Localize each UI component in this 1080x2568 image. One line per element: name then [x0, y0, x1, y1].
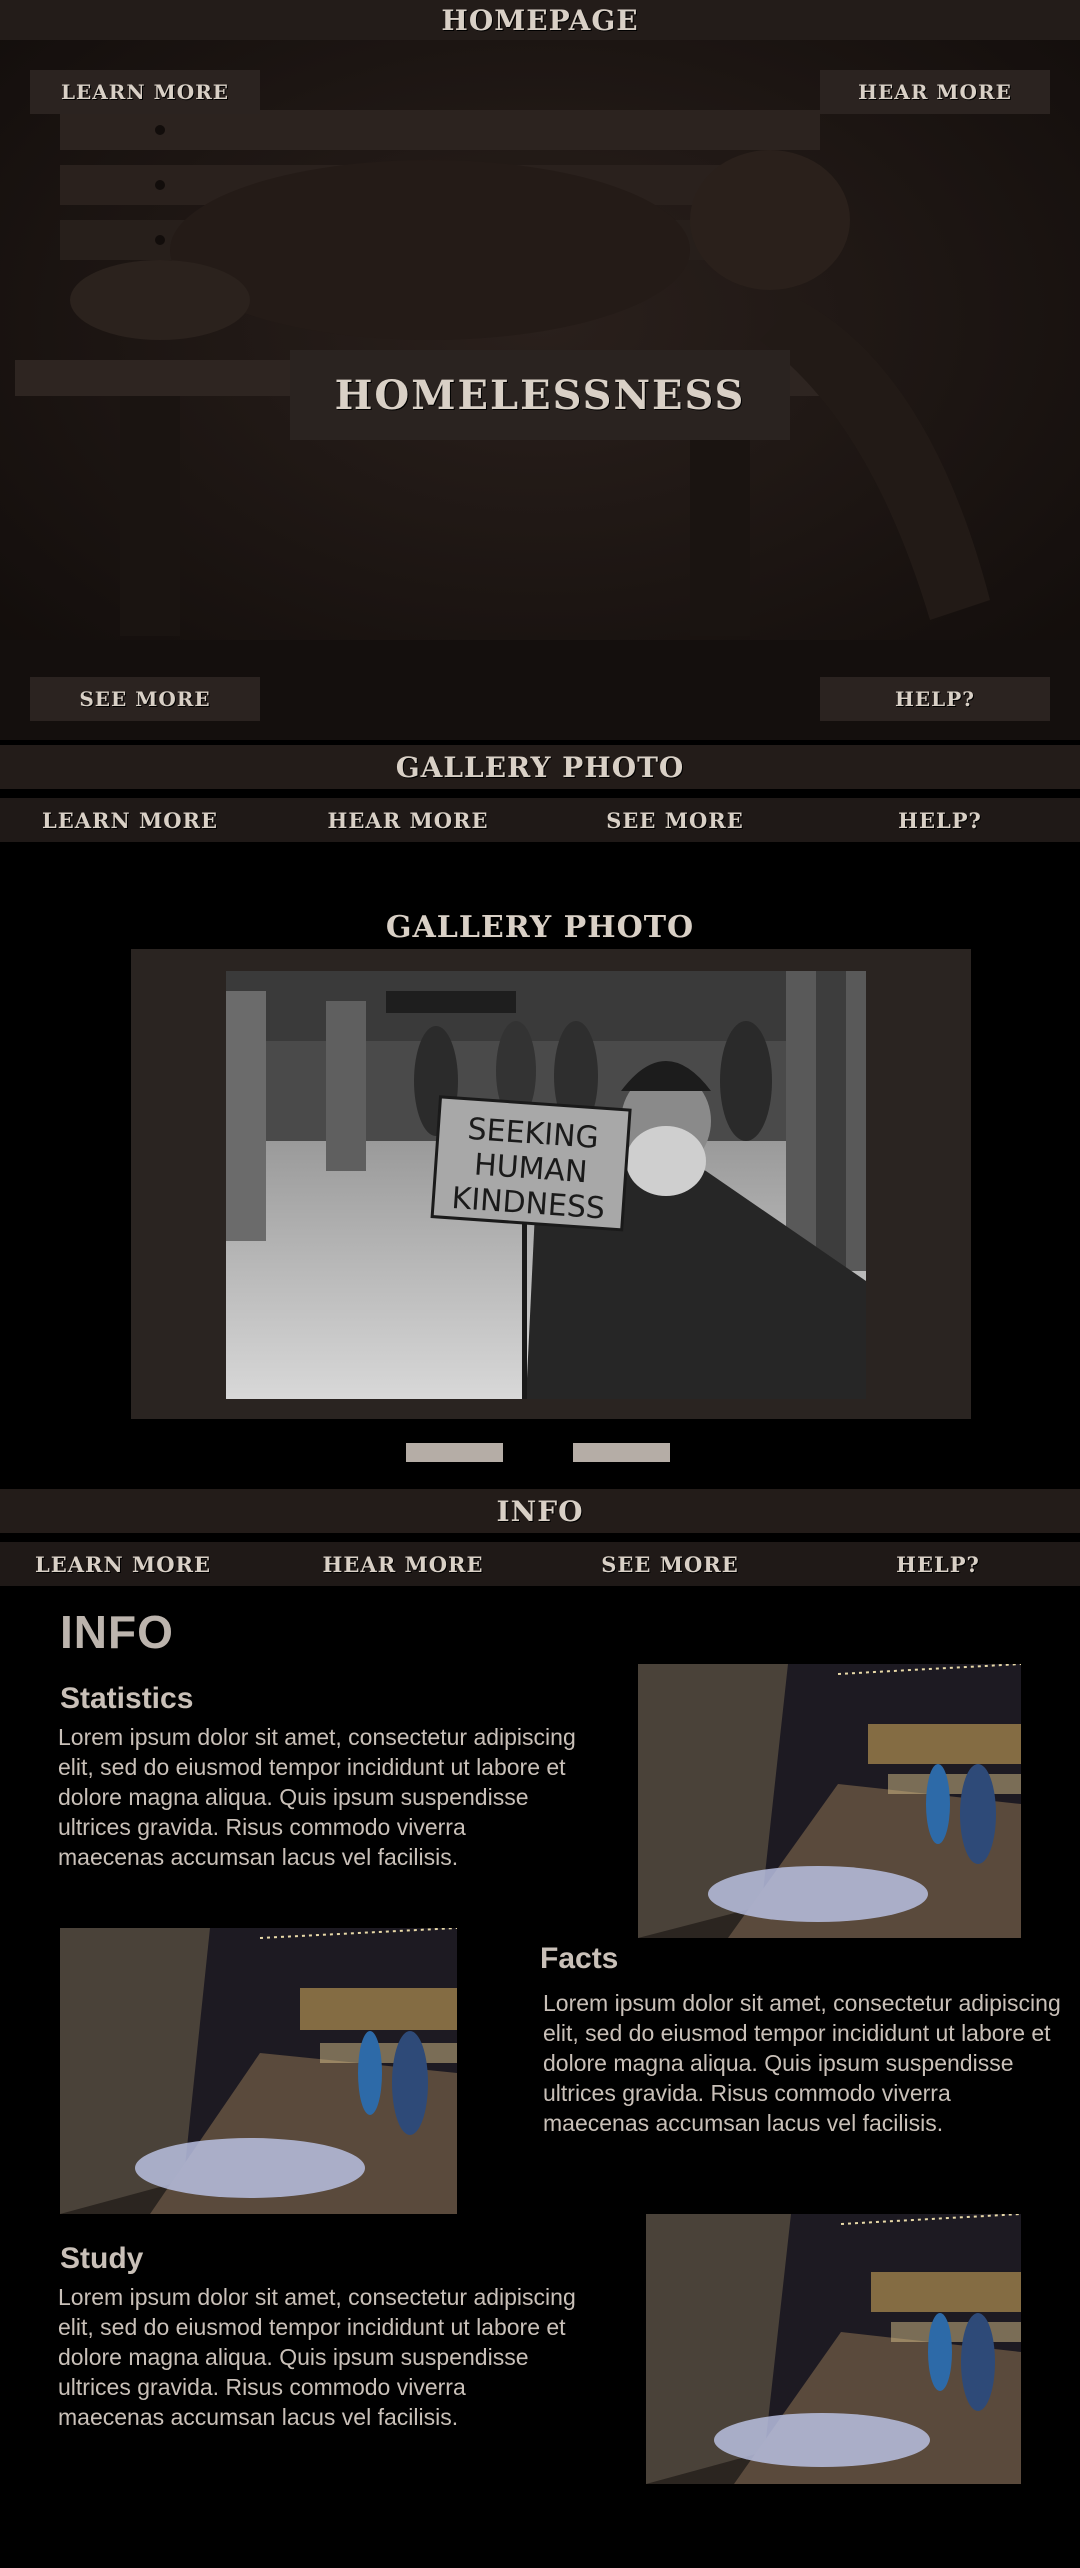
study-body: Lorem ipsum dolor sit amet, consectetur …: [58, 2284, 576, 2430]
gallery-photo[interactable]: SEEKING HUMAN KINDNESS: [226, 971, 866, 1399]
nav-hear-more-label: HEAR MORE: [327, 807, 489, 833]
info-title: INFO: [60, 1606, 174, 1658]
hero-title-box: HOMELESSNESS: [290, 350, 790, 440]
nav-learn-more[interactable]: LEARN MORE: [40, 798, 220, 842]
hero-help-button[interactable]: HELP?: [820, 677, 1050, 721]
nav-help-label: HELP?: [898, 807, 982, 833]
statistics-heading: Statistics: [60, 1682, 194, 1715]
nav2-learn-more-label: LEARN MORE: [34, 1551, 212, 1577]
nav-learn-more-label: LEARN MORE: [41, 807, 219, 833]
hero-learn-more-label: LEARN MORE: [60, 80, 230, 104]
nav-help[interactable]: HELP?: [850, 798, 1030, 842]
gallery-nav: LEARN MORE HEAR MORE SEE MORE HELP?: [0, 798, 1080, 842]
gallery-slider-prev[interactable]: [406, 1443, 503, 1462]
statistics-body: Lorem ipsum dolor sit amet, consectetur …: [58, 1724, 576, 1870]
nav-hear-more[interactable]: HEAR MORE: [318, 798, 498, 842]
homepage-bar-title: HOMEPAGE: [441, 3, 639, 37]
nav2-see-more[interactable]: SEE MORE: [580, 1542, 760, 1586]
nav2-help-label: HELP?: [896, 1551, 980, 1577]
study-image: [646, 2214, 1021, 2484]
hero-help-label: HELP?: [895, 687, 975, 711]
hero-see-more-label: SEE MORE: [79, 687, 211, 711]
hero-section: LEARN MORE HEAR MORE HOMELESSNESS SEE MO…: [0, 40, 1080, 740]
nav2-hear-more[interactable]: HEAR MORE: [313, 1542, 493, 1586]
gallery-bar: GALLERY PHOTO: [0, 745, 1080, 789]
info-bar-title: INFO: [496, 1494, 584, 1528]
gallery-slider-next[interactable]: [573, 1443, 670, 1462]
gallery-heading: GALLERY PHOTO: [0, 910, 1080, 945]
gallery-heading-text: GALLERY PHOTO: [385, 910, 695, 945]
nav2-see-more-label: SEE MORE: [601, 1551, 739, 1577]
study-heading: Study: [60, 2242, 144, 2275]
info-bar: INFO: [0, 1489, 1080, 1533]
nav2-help[interactable]: HELP?: [848, 1542, 1028, 1586]
info-nav: LEARN MORE HEAR MORE SEE MORE HELP?: [0, 1542, 1080, 1586]
statistics-image: [638, 1664, 1021, 1938]
homepage-bar: HOMEPAGE: [0, 0, 1080, 40]
nav-see-more[interactable]: SEE MORE: [585, 798, 765, 842]
hero-learn-more-button[interactable]: LEARN MORE: [30, 70, 260, 114]
street-photo: [60, 1928, 457, 2214]
hero-see-more-button[interactable]: SEE MORE: [30, 677, 260, 721]
street-photo: [646, 2214, 1021, 2484]
nav2-learn-more[interactable]: LEARN MORE: [33, 1542, 213, 1586]
nav-see-more-label: SEE MORE: [606, 807, 744, 833]
gallery-bar-title: GALLERY PHOTO: [395, 750, 685, 784]
facts-image: [60, 1928, 457, 2214]
nav2-hear-more-label: HEAR MORE: [322, 1551, 484, 1577]
facts-heading: Facts: [540, 1942, 619, 1975]
hero-title: HOMELESSNESS: [334, 371, 746, 419]
street-photo: [638, 1664, 1021, 1938]
facts-body: Lorem ipsum dolor sit amet, consectetur …: [543, 1990, 1061, 2136]
hero-hear-more-button[interactable]: HEAR MORE: [820, 70, 1050, 114]
hero-hear-more-label: HEAR MORE: [858, 80, 1012, 104]
gallery-photo-image: SEEKING HUMAN KINDNESS: [226, 971, 866, 1399]
